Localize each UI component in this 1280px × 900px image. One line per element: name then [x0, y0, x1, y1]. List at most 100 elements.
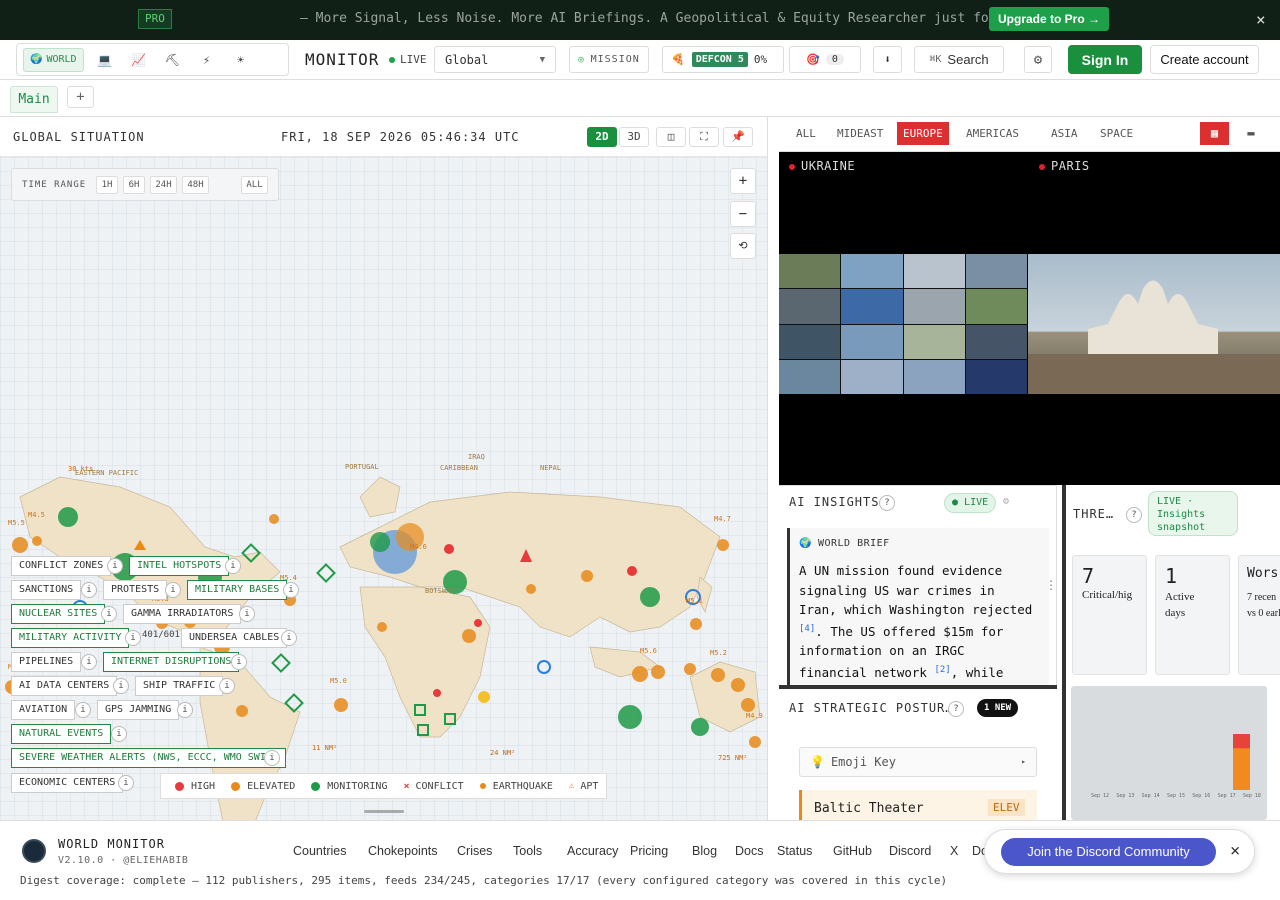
info-icon[interactable]: i — [125, 630, 141, 646]
layer-undersea-cables[interactable]: UNDERSEA CABLES — [181, 628, 288, 648]
info-icon[interactable]: i — [225, 558, 241, 574]
info-icon[interactable]: i — [111, 726, 127, 742]
layer-ai-data-centers[interactable]: AI DATA CENTERS — [11, 676, 118, 696]
info-icon[interactable]: i — [118, 775, 134, 791]
citation-link[interactable]: [4] — [799, 624, 815, 634]
settings-button[interactable]: ⚙ — [1024, 46, 1052, 73]
zoom-in-button[interactable]: + — [730, 168, 756, 194]
info-icon[interactable]: i — [231, 654, 247, 670]
search-button[interactable]: ⌘K Search — [914, 46, 1004, 73]
time-range-6h[interactable]: 6H — [123, 176, 145, 194]
close-icon[interactable]: × — [1256, 10, 1266, 29]
create-account-button[interactable]: Create account — [1150, 45, 1259, 74]
add-tab-button[interactable]: + — [67, 86, 94, 108]
footer-link-accuracy[interactable]: Accuracy — [567, 844, 618, 858]
layer-gamma-irradiators[interactable]: GAMMA IRRADIATORS — [123, 604, 242, 624]
help-icon[interactable]: ? — [1126, 507, 1142, 523]
paris-camera-feed[interactable] — [1028, 254, 1280, 394]
join-discord-button[interactable]: Join the Discord Community — [1001, 838, 1216, 866]
split-view-button[interactable]: ◫ — [656, 127, 686, 147]
chart-icon[interactable]: 📈 — [122, 48, 156, 72]
close-icon[interactable]: × — [1230, 841, 1240, 861]
info-icon[interactable]: i — [264, 750, 280, 766]
region-tab-americas[interactable]: AMERICAS — [960, 122, 1025, 145]
laptop-icon[interactable]: 💻 — [88, 48, 122, 72]
variant-world[interactable]: 🌍 WORLD — [23, 47, 84, 72]
grid-view-button[interactable]: ▦ — [1200, 122, 1229, 145]
info-icon[interactable]: i — [281, 630, 297, 646]
sun-icon[interactable]: ☀ — [224, 48, 258, 72]
footer-link-discord[interactable]: Discord — [889, 844, 931, 858]
region-select[interactable]: Global ▼ — [434, 46, 556, 73]
footer-link-countries[interactable]: Countries — [293, 844, 347, 858]
footer-link-x[interactable]: X — [950, 844, 958, 858]
layer-economic-centers[interactable]: ECONOMIC CENTERS — [11, 773, 124, 793]
time-range-1h[interactable]: 1H — [96, 176, 118, 194]
footer-link-pricing[interactable]: Pricing — [630, 844, 668, 858]
region-tab-mideast[interactable]: MIDEAST — [831, 122, 889, 145]
reset-view-button[interactable]: ⟲ — [730, 233, 756, 259]
time-range-all[interactable]: ALL — [241, 176, 268, 194]
info-icon[interactable]: i — [239, 606, 255, 622]
layer-protests[interactable]: PROTESTS — [103, 580, 168, 600]
alerts-button[interactable]: 🎯 0 — [789, 46, 861, 73]
mode-2d-button[interactable]: 2D — [587, 127, 617, 147]
layer-severe-weather[interactable]: SEVERE WEATHER ALERTS (NWS, ECCC, WMO SW… — [11, 748, 286, 768]
region-tab-space[interactable]: SPACE — [1094, 122, 1139, 145]
region-tab-all[interactable]: ALL — [790, 122, 822, 145]
info-icon[interactable]: i — [219, 678, 235, 694]
info-icon[interactable]: i — [283, 582, 299, 598]
layer-gps-jamming[interactable]: GPS JAMMING — [97, 700, 180, 720]
layer-pipelines[interactable]: PIPELINES — [11, 652, 82, 672]
footer-link-status[interactable]: Status — [777, 844, 812, 858]
tab-main[interactable]: Main — [10, 86, 58, 113]
emoji-key-toggle[interactable]: 💡 Emoji Key ▸ — [799, 747, 1037, 777]
info-icon[interactable]: i — [81, 654, 97, 670]
layer-aviation[interactable]: AVIATION — [11, 700, 76, 720]
time-range-48h[interactable]: 48H — [182, 176, 209, 194]
download-button[interactable]: ⬇ — [873, 46, 902, 73]
layer-ship-traffic[interactable]: SHIP TRAFFIC — [135, 676, 224, 696]
zoom-out-button[interactable]: − — [730, 201, 756, 227]
footer-link-crises[interactable]: Crises — [457, 844, 492, 858]
info-icon[interactable]: i — [165, 582, 181, 598]
layer-military-activity[interactable]: MILITARY ACTIVITY — [11, 628, 130, 648]
world-map[interactable]: PORTUGALIRAQNEPALBOTSWANAEASTERN PACIFIC… — [0, 157, 768, 820]
time-range-24h[interactable]: 24H — [150, 176, 177, 194]
footer-link-github[interactable]: GitHub — [833, 844, 872, 858]
info-icon[interactable]: i — [113, 678, 129, 694]
fullscreen-button[interactable]: ⛶ — [689, 127, 719, 147]
pin-button[interactable]: 📌 — [723, 127, 753, 147]
info-icon[interactable]: i — [107, 558, 123, 574]
info-icon[interactable]: i — [101, 606, 117, 622]
upgrade-button[interactable]: Upgrade to Pro → — [989, 7, 1110, 31]
more-options-icon[interactable]: ⋮ — [1045, 578, 1056, 592]
pickaxe-icon[interactable]: ⛏ — [156, 48, 190, 72]
footer-link-tools[interactable]: Tools — [513, 844, 542, 858]
theater-card[interactable]: Baltic Theater ELEV — [799, 790, 1037, 820]
mission-button[interactable]: ◎ MISSION — [569, 46, 649, 73]
sign-in-button[interactable]: Sign In — [1068, 45, 1142, 74]
info-icon[interactable]: i — [177, 702, 193, 718]
single-view-button[interactable]: ▬ — [1238, 122, 1264, 145]
footer-link-docs[interactable]: Docs — [735, 844, 763, 858]
region-tab-europe[interactable]: EUROPE — [897, 122, 949, 145]
lightning-icon[interactable]: ⚡ — [190, 48, 224, 72]
layer-natural-events[interactable]: NATURAL EVENTS — [11, 724, 112, 744]
footer-link-chokepoints[interactable]: Chokepoints — [368, 844, 438, 858]
region-tab-asia[interactable]: ASIA — [1045, 122, 1084, 145]
info-icon[interactable]: i — [81, 582, 97, 598]
help-icon[interactable]: ? — [948, 701, 964, 717]
footer-link-blog[interactable]: Blog — [692, 844, 717, 858]
layer-military-bases[interactable]: MILITARY BASES — [187, 580, 288, 600]
citation-link[interactable]: [2] — [934, 665, 950, 675]
layer-sanctions[interactable]: SANCTIONS — [11, 580, 82, 600]
info-icon[interactable]: i — [75, 702, 91, 718]
layer-intel-hotspots[interactable]: INTEL HOTSPOTS — [129, 556, 230, 576]
defcon-indicator[interactable]: 🍕 DEFCON 5 0% — [662, 46, 784, 73]
layer-nuclear-sites[interactable]: NUCLEAR SITES — [11, 604, 106, 624]
layer-internet-disruptions[interactable]: INTERNET DISRUPTIONS — [103, 652, 240, 672]
mode-3d-button[interactable]: 3D — [619, 127, 649, 147]
ukraine-camera-grid[interactable] — [779, 254, 1027, 394]
resize-handle[interactable] — [364, 810, 404, 813]
